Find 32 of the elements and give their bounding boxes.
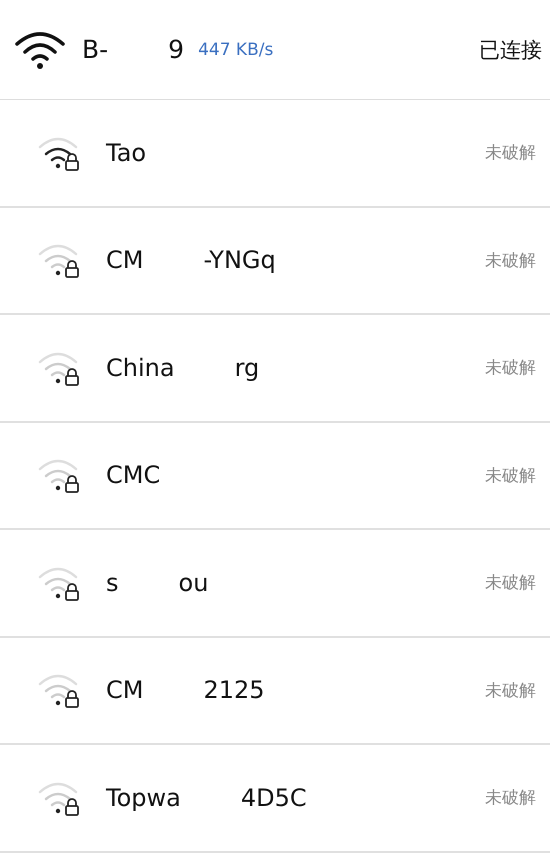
network-name: Topwa xyxy=(106,784,181,812)
network-name: 9 xyxy=(168,35,184,64)
network-row[interactable]: s ou 未破解 xyxy=(0,530,550,638)
network-row[interactable]: CMC 未破解 xyxy=(0,422,550,530)
status-label: 未破解 xyxy=(485,464,536,487)
network-name: 2125 xyxy=(203,676,265,704)
network-name: ou xyxy=(178,568,208,597)
network-name: China xyxy=(106,354,175,382)
status-label: 已连接 xyxy=(479,36,542,64)
network-row[interactable]: Topwa 4D5C 未破解 xyxy=(0,745,550,852)
network-name: CM xyxy=(106,246,144,274)
network-name: B- xyxy=(82,35,108,64)
network-name: Tao xyxy=(106,138,146,167)
network-row[interactable]: CM -YNGq 未破解 xyxy=(0,208,550,315)
status-label: 未破解 xyxy=(485,357,536,380)
status-label: 未破解 xyxy=(485,787,536,810)
network-name: rg xyxy=(234,354,260,382)
network-name: -YNGq xyxy=(203,246,276,274)
network-name: CMC xyxy=(106,461,160,490)
network-name: CM xyxy=(106,676,144,704)
network-row[interactable]: Tao 未破解 xyxy=(0,100,550,208)
wifi-icon xyxy=(14,30,66,70)
status-label: 未破解 xyxy=(485,142,536,164)
network-row[interactable]: China rg 未破解 xyxy=(0,315,550,422)
network-name: 4D5C xyxy=(240,784,307,812)
network-name: s xyxy=(106,568,119,597)
status-label: 未破解 xyxy=(485,572,536,594)
connected-network-row[interactable]: B- 9 447 KB/s 已连接 xyxy=(0,0,550,100)
network-row[interactable]: CM 2125 未破解 xyxy=(0,638,550,745)
status-label: 未破解 xyxy=(485,250,536,272)
speed-label: 447 KB/s xyxy=(198,40,274,60)
status-label: 未破解 xyxy=(485,680,536,702)
